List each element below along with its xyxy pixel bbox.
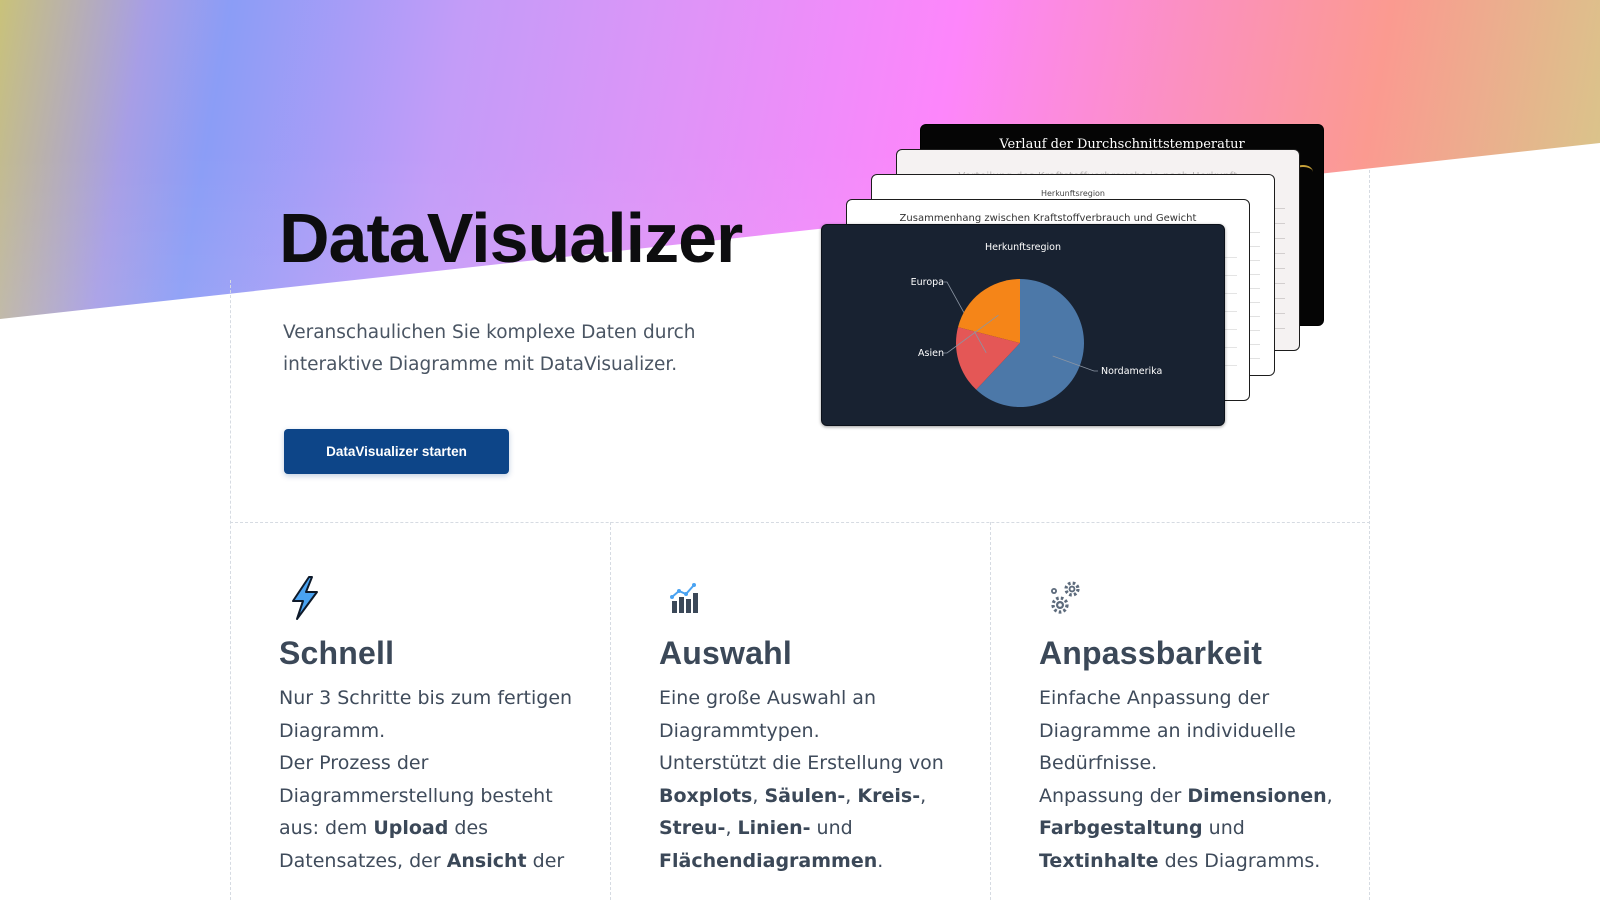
feature-keyword: Flächendiagrammen: [659, 849, 878, 872]
feature-text-run: Eine große Auswahl an Diagrammtypen.: [659, 687, 876, 742]
hero-gradient-band: [0, 0, 1600, 319]
feature-paragraph: Anpassung der Dimensionen, Farbgestaltun…: [1039, 780, 1339, 878]
pie-leader-line: [943, 281, 987, 354]
pie-label-nordamerika: Nordamerika: [1101, 366, 1162, 377]
feature-text-run: ,: [752, 784, 765, 807]
feature-text-run: ,: [920, 784, 927, 807]
feature-text-run: .: [877, 849, 884, 872]
preview-card-scatter: Zusammenhang zwischen Kraftstoffverbrauc…: [846, 199, 1250, 401]
feature-keyword: Kreis-: [857, 784, 921, 807]
feature-keyword: Farbgestaltung: [1039, 817, 1203, 839]
feature-keyword: Ansicht: [446, 849, 527, 872]
pie-label-europa: Europa: [911, 277, 944, 288]
feature-selection: Auswahl Eine große Auswahl an Diagrammty…: [659, 575, 959, 877]
bar-chart-icon: [670, 583, 698, 613]
feature-paragraph: Einfache Anpassung der Diagramme an indi…: [1039, 682, 1339, 780]
feature-text-run: ,: [1326, 784, 1333, 807]
feature-text-run: der: [526, 849, 565, 872]
feature-fast: Schnell Nur 3 Schritte bis zum fertigen …: [279, 575, 579, 877]
feature-keyword: Boxplots: [659, 784, 753, 807]
start-datavisualizer-button[interactable]: DataVisualizer starten: [284, 429, 509, 474]
feature-title: Schnell: [279, 635, 395, 671]
feature-text-run: und: [1202, 817, 1245, 839]
pie-chart: Nordamerika Europa Asien: [911, 277, 1162, 407]
feature-text-run: Einfache Anpassung der Diagramme an indi…: [1039, 687, 1296, 774]
feature-description: Einfache Anpassung der Diagramme an indi…: [1039, 682, 1339, 877]
pie-chart-title: Herkunftsregion: [984, 242, 1062, 253]
feature-customizability: Anpassbarkeit Einfache Anpassung der Dia…: [1039, 575, 1339, 877]
feature-text-run: ,: [845, 784, 858, 807]
gears-icon: [1051, 581, 1080, 614]
feature-keyword: Textinhalte: [1039, 849, 1159, 872]
feature-title: Auswahl: [659, 635, 792, 671]
feature-text-run: und: [810, 817, 853, 839]
feature-title: Anpassbarkeit: [1039, 635, 1263, 671]
hero-title: DataVisualizer: [279, 199, 743, 277]
axis-fragment: [1291, 175, 1305, 295]
lightning-icon: [292, 576, 318, 620]
feature-text-run: des Diagramms.: [1158, 849, 1321, 872]
section-divider: [230, 522, 1370, 523]
feature-text-run: ,: [725, 817, 738, 839]
feature-paragraph: Der Prozess der Diagrammerstellung beste…: [279, 747, 579, 877]
feature-keyword: Linien-: [737, 817, 811, 839]
hero-subtitle: Veranschaulichen Sie komplexe Daten durc…: [283, 322, 696, 375]
feature-description: Nur 3 Schritte bis zum fertigen Diagramm…: [279, 682, 579, 877]
pie-leader-line: [1052, 355, 1098, 372]
pie-label-asien: Asien: [918, 348, 944, 359]
frame-border-left: [230, 280, 231, 900]
column-divider: [990, 522, 991, 900]
feature-text-run: Anpassung der: [1039, 784, 1188, 807]
axis-fragment: [1269, 194, 1285, 334]
feature-paragraph: Nur 3 Schritte bis zum fertigen Diagramm…: [279, 682, 579, 747]
pie-leader-line: [943, 314, 999, 354]
preview-card-pie: Herkunftsregion Nordamerika Europa Asien: [821, 224, 1225, 426]
feature-text-run: Unterstützt die Erstellung von: [659, 752, 944, 774]
feature-keyword: Streu-: [659, 817, 726, 839]
axis-fragment: [1225, 240, 1237, 380]
pie-slice-asien: [958, 279, 1020, 343]
axis-fragment: [1246, 219, 1260, 359]
pie-slice-nordamerika: [976, 279, 1084, 407]
feature-paragraph: Eine große Auswahl an Diagrammtypen.: [659, 682, 959, 747]
column-divider: [610, 522, 611, 900]
frame-border-right: [1369, 170, 1370, 900]
feature-text-run: Nur 3 Schritte bis zum fertigen Diagramm…: [279, 687, 573, 742]
feature-keyword: Upload: [373, 817, 449, 839]
feature-keyword: Säulen-: [764, 784, 846, 807]
feature-paragraph: Unterstützt die Erstellung von Boxplots,…: [659, 747, 959, 877]
feature-description: Eine große Auswahl an Diagrammtypen. Unte…: [659, 682, 959, 877]
feature-keyword: Dimensionen: [1187, 784, 1327, 807]
pie-slice-europa: [956, 327, 1020, 390]
